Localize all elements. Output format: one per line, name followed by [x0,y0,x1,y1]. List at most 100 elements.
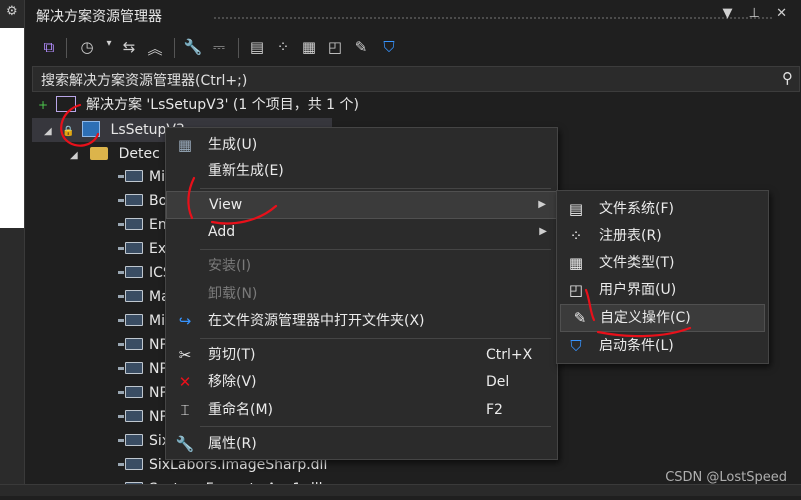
dependency-arrow-icon [118,462,124,466]
assembly-icon [125,410,143,422]
view-submenu: ▤ 文件系统(F) ⁘ 注册表(R) ▦ 文件类型(T) ◰ 用户界面(U) ✎… [556,190,769,364]
menu-item-properties[interactable]: 🔧 属性(R) [166,431,557,457]
search-bar[interactable]: 搜索解决方案资源管理器(Ctrl+;) ⚲ [32,66,800,92]
gear-icon[interactable]: ⚙ [6,4,20,20]
open-folder-icon: ↪ [178,312,192,330]
tree-file-node[interactable]: Ext [118,238,172,260]
assembly-icon [125,242,143,254]
dependency-arrow-icon [118,366,124,370]
user-interface-icon: ◰ [568,281,584,299]
submenu-arrow-icon: ▶ [538,199,546,210]
dependency-arrow-icon [118,174,124,178]
submenu-item-file-system[interactable]: ▤ 文件系统(F) [557,196,768,222]
chevron-down-icon[interactable]: ▾ [98,38,120,58]
assembly-icon [125,386,143,398]
setup-project-icon [82,121,101,137]
tree-file-node[interactable]: Bo [118,190,167,212]
solution-icon [55,96,76,112]
submenu-item-custom-actions[interactable]: ✎ 自定义操作(C) [560,304,765,332]
launch-conditions-icon[interactable]: ⛉ [378,38,400,58]
menu-item-view[interactable]: View ▶ [166,191,557,219]
menu-item-uninstall[interactable]: 卸载(N) [166,281,557,307]
folder-icon [90,146,109,160]
assembly-icon [125,314,143,326]
tree-file-node[interactable]: NP [118,406,168,428]
preview-icon[interactable]: ⎓ [208,38,230,58]
bottom-tab-strip [0,484,801,496]
cut-icon: ✂ [178,346,192,364]
dependency-arrow-icon [118,270,124,274]
history-icon[interactable]: ◷ [76,38,98,58]
panel-toolbar: ⧉ ◷ ▾ ⇆ ︽ 🔧 ⎓ ▤ ⁘ ▦ ◰ ✎ ⛉ [28,32,801,64]
menu-item-remove[interactable]: ✕ 移除(V) Del [166,369,557,395]
custom-actions-icon[interactable]: ✎ [350,38,372,58]
tree-file-node[interactable]: Mi [118,166,165,188]
menu-item-cut[interactable]: ✂ 剪切(T) Ctrl+X [166,342,557,368]
tree-file-node[interactable]: ICS [118,262,172,284]
submenu-item-user-interface[interactable]: ◰ 用户界面(U) [557,277,768,303]
expand-arrow-icon[interactable]: ◢ [70,150,78,161]
file-system-icon[interactable]: ▤ [246,38,268,58]
assembly-icon [125,218,143,230]
panel-window-controls[interactable]: ▼ ⊥ ✕ [723,6,793,21]
titlebar-grip[interactable] [213,16,773,20]
tree-solution-node[interactable]: + 解决方案 'LsSetupV3' (1 个项目，共 1 个) [38,94,359,116]
assembly-icon [125,290,143,302]
submenu-item-file-types[interactable]: ▦ 文件类型(T) [557,250,768,276]
dependency-arrow-icon [118,294,124,298]
menu-separator [200,338,551,339]
dependency-arrow-icon [118,342,124,346]
menu-separator [200,426,551,427]
rename-icon: ⌶ [180,401,190,419]
dependency-arrow-icon [118,318,124,322]
dependency-arrow-icon [118,246,124,250]
sync-icon[interactable]: ⇆ [118,38,140,58]
wrench-icon[interactable]: 🔧 [182,38,204,58]
tree-file-node[interactable]: Ma [118,286,170,308]
menu-item-open-folder[interactable]: ↪ 在文件资源管理器中打开文件夹(X) [166,308,557,334]
expand-arrow-icon[interactable]: ◢ [44,126,52,137]
build-icon: ▦ [177,136,193,154]
dependency-arrow-icon [118,414,124,418]
solution-label: 解决方案 'LsSetupV3' (1 个项目，共 1 个) [85,97,359,113]
search-icon[interactable]: ⚲ [782,69,793,87]
dependency-arrow-icon [118,438,124,442]
menu-separator [200,188,551,189]
collapse-all-icon[interactable]: ︽ [144,38,166,58]
switch-views-icon[interactable]: ⧉ [38,38,60,58]
assembly-icon [125,194,143,206]
menu-item-rebuild[interactable]: 重新生成(E) [166,158,557,184]
tree-file-node[interactable]: NP [118,334,168,356]
add-icon: + [38,98,49,112]
assembly-icon [125,170,143,182]
dependency-arrow-icon [118,390,124,394]
wrench-icon: 🔧 [175,435,195,453]
menu-item-rename[interactable]: ⌶ 重命名(M) F2 [166,397,557,423]
tree-file-node[interactable]: NP [118,358,168,380]
tree-file-node[interactable]: Mi [118,310,165,332]
user-interface-icon[interactable]: ◰ [324,38,346,58]
toolbar-divider [174,38,175,58]
menu-item-build[interactable]: ▦ 生成(U) [166,132,557,158]
file-types-icon[interactable]: ▦ [298,38,320,58]
search-input[interactable]: 搜索解决方案资源管理器(Ctrl+;) [41,70,247,90]
context-menu: ▦ 生成(U) 重新生成(E) View ▶ Add ▶ 安装(I) 卸载(N)… [165,127,558,460]
tree-project-node[interactable]: ◢ 🔒 LsSetupV3 [44,119,185,141]
dependency-arrow-icon [118,198,124,202]
tree-file-node[interactable]: Six [118,430,170,452]
panel-title: 解决方案资源管理器 [36,9,162,25]
menu-item-add[interactable]: Add ▶ [166,219,557,245]
menu-item-install[interactable]: 安装(I) [166,253,557,279]
assembly-icon [125,266,143,278]
submenu-item-registry[interactable]: ⁘ 注册表(R) [557,223,768,249]
submenu-arrow-icon: ▶ [539,226,547,237]
submenu-item-launch-conditions[interactable]: ⛉ 启动条件(L) [557,333,768,359]
registry-icon[interactable]: ⁘ [272,38,294,58]
assembly-icon [125,434,143,446]
launch-conditions-icon: ⛉ [570,337,582,355]
tree-folder-node[interactable]: ◢ Detec [70,143,160,165]
tree-file-node[interactable]: NP [118,382,168,404]
panel-titlebar: 解决方案资源管理器 ▼ ⊥ ✕ [28,2,801,30]
file-types-icon: ▦ [568,254,584,272]
lock-icon: 🔒 [62,126,75,137]
